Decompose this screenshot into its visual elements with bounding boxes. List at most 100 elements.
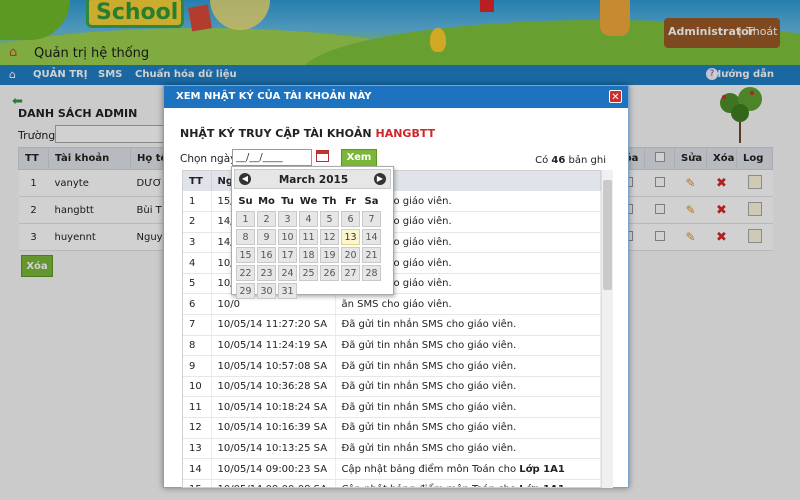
datepicker-day[interactable]: 29	[236, 283, 255, 299]
datepicker-day[interactable]: 24	[278, 265, 297, 281]
datepicker-day[interactable]: 8	[236, 229, 255, 245]
datepicker-empty-cell	[320, 283, 339, 299]
datepicker-day[interactable]: 26	[320, 265, 339, 281]
datepicker-day[interactable]: 9	[257, 229, 276, 245]
datepicker-day-today[interactable]: 13	[341, 229, 360, 245]
datepicker-empty-cell	[362, 283, 381, 299]
log-row-action-text: Đã gửi tin nhắn SMS cho giáo viên.	[341, 339, 517, 351]
datepicker-day[interactable]: 14	[362, 229, 381, 245]
log-row-date: 10/05/14 10:18:24 SA	[211, 396, 336, 419]
log-row-date: 10/05/14 10:57:08 SA	[211, 355, 336, 377]
record-count-prefix: Có	[535, 155, 549, 166]
log-row-date: 10/05/14 11:27:20 SA	[211, 314, 336, 336]
log-row-date: 10/05/14 09:00:23 SA	[211, 458, 336, 480]
weekday-label: Su	[238, 195, 253, 207]
datepicker-day[interactable]: 30	[257, 283, 276, 299]
log-col-header-tt: TT	[183, 171, 212, 191]
log-scrollbar[interactable]	[601, 170, 613, 488]
log-subtitle-prefix: NHẬT KÝ TRUY CẬP TÀI KHOẢN	[180, 127, 372, 140]
datepicker-grid: Su Mo Tu We Th Fr Sa 1 2 3 4 5 6 7 8 9 10 11 12 13 14 15 16 17…	[234, 191, 383, 301]
datepicker-day[interactable]: 21	[362, 247, 381, 263]
log-row-tt: 2	[183, 211, 212, 233]
log-row-class: Lớp 1A1	[519, 484, 565, 487]
modal-header: XEM NHẬT KÝ CỦA TÀI KHOẢN NÀY ✕	[164, 86, 628, 108]
log-row-action: Đã gửi tin nhắn SMS cho giáo viên.	[335, 355, 601, 377]
log-row-action-text: Đã gửi tin nhắn SMS cho giáo viên.	[341, 422, 517, 434]
chevron-right-icon[interactable]: ▶	[374, 173, 386, 185]
log-row-action: Đã gửi tin nhắn SMS cho giáo viên.	[335, 417, 601, 439]
close-icon[interactable]: ✕	[609, 90, 622, 103]
log-row: 14 10/05/14 09:00:23 SA Cập nhật bảng điểm…	[183, 458, 601, 480]
date-label: Chọn ngày:	[180, 153, 240, 165]
log-row-action: Đã gửi tin nhắn SMS cho giáo viên.	[335, 396, 601, 419]
datepicker-day[interactable]: 11	[299, 229, 318, 245]
datepicker-week: 15 16 17 18 19 20 21	[236, 247, 381, 263]
log-row-tt: 12	[183, 417, 212, 439]
log-row-tt: 11	[183, 396, 212, 419]
datepicker-day[interactable]: 5	[320, 211, 339, 227]
log-row-action-text: Đã gửi tin nhắn SMS cho giáo viên.	[341, 401, 517, 413]
datepicker-day[interactable]: 1	[236, 211, 255, 227]
datepicker-day[interactable]: 6	[341, 211, 360, 227]
datepicker-day[interactable]: 22	[236, 265, 255, 281]
datepicker-day[interactable]: 31	[278, 283, 297, 299]
datepicker-month: March 2015	[278, 174, 349, 186]
datepicker-week: 22 23 24 25 26 27 28	[236, 265, 381, 281]
log-row-tt: 4	[183, 252, 212, 274]
datepicker-days: 1 2 3 4 5 6 7 8 9 10 11 12 13 14 15 16 17 18 19 20 21 22 23 24 2…	[236, 211, 381, 299]
datepicker-day[interactable]: 19	[320, 247, 339, 263]
datepicker-day[interactable]: 16	[257, 247, 276, 263]
datepicker-day[interactable]: 15	[236, 247, 255, 263]
log-row-action: Cập nhật bảng điểm môn Toán cho Lớp 1A1	[335, 479, 601, 487]
log-row: 8 10/05/14 11:24:19 SA Đã gửi tin nhắn SMS…	[183, 335, 601, 357]
log-subtitle-user: HANGBTT	[375, 127, 436, 140]
datepicker-day[interactable]: 10	[278, 229, 297, 245]
record-count-value: 46	[551, 155, 566, 166]
log-row-action: Cập nhật bảng điểm môn Toán cho Lớp 1A1	[335, 458, 601, 480]
datepicker-day[interactable]: 4	[299, 211, 318, 227]
datepicker-day[interactable]: 23	[257, 265, 276, 281]
log-row-class: Lớp 1A1	[519, 463, 565, 475]
log-row: 11 10/05/14 10:18:24 SA Đã gửi tin nhắn SM…	[183, 396, 601, 419]
log-row-action-text: Cập nhật bảng điểm môn Toán cho	[341, 463, 517, 475]
weekday-label: Sa	[364, 195, 379, 207]
datepicker-day[interactable]: 7	[362, 211, 381, 227]
weekday-label: Fr	[344, 195, 357, 207]
log-row-date: 10/05/14 09:00:08 SA	[211, 479, 336, 487]
datepicker-day[interactable]: 18	[299, 247, 318, 263]
view-button[interactable]: Xem	[341, 149, 377, 167]
log-row-action-text: Đã gửi tin nhắn SMS cho giáo viên.	[341, 360, 517, 372]
log-row: 12 10/05/14 10:16:39 SA Đã gửi tin nhắn SM…	[183, 417, 601, 439]
datepicker-week: 8 9 10 11 12 13 14	[236, 229, 381, 245]
datepicker-day[interactable]: 27	[341, 265, 360, 281]
datepicker-day[interactable]: 20	[341, 247, 360, 263]
datepicker-week: 29 30 31	[236, 283, 381, 299]
datepicker-day[interactable]: 17	[278, 247, 297, 263]
log-row-action: Đã gửi tin nhắn SMS cho giáo viên.	[335, 376, 601, 398]
log-row-tt: 13	[183, 438, 212, 460]
datepicker-header: ◀ March 2015 ▶	[234, 169, 391, 189]
log-row: 1510/05/14 09:00:08 SACập nhật bảng điểm…	[183, 479, 601, 487]
weekday-label: We	[299, 195, 318, 207]
date-input[interactable]: __/__/____	[232, 149, 312, 166]
datepicker-day[interactable]: 25	[299, 265, 318, 281]
datepicker-day[interactable]: 3	[278, 211, 297, 227]
log-row-tt: 8	[183, 335, 212, 357]
log-row-tt: 5	[183, 273, 212, 295]
record-count: Có 46 bản ghi	[535, 155, 606, 166]
log-row-action: Đã gửi tin nhắn SMS cho giáo viên.	[335, 335, 601, 357]
datepicker-weekdays: Su Mo Tu We Th Fr Sa	[236, 193, 381, 209]
scrollbar-thumb[interactable]	[603, 180, 612, 290]
log-row-tt: 14	[183, 458, 212, 480]
datepicker-day[interactable]: 28	[362, 265, 381, 281]
datepicker-day[interactable]: 12	[320, 229, 339, 245]
log-row-tt: 7	[183, 314, 212, 336]
datepicker-day[interactable]: 2	[257, 211, 276, 227]
log-row-action: Đã gửi tin nhắn SMS cho giáo viên.	[335, 314, 601, 336]
log-row-action-text: Đã gửi tin nhắn SMS cho giáo viên.	[341, 381, 517, 393]
calendar-icon[interactable]	[316, 150, 329, 162]
log-row: 7 10/05/14 11:27:20 SA Đã gửi tin nhắn SMS…	[183, 314, 601, 336]
record-count-suffix: bản ghi	[568, 155, 606, 166]
log-row: 9 10/05/14 10:57:08 SA Đã gửi tin nhắn SMS…	[183, 355, 601, 377]
log-row-date: 10/05/14 11:24:19 SA	[211, 335, 336, 357]
